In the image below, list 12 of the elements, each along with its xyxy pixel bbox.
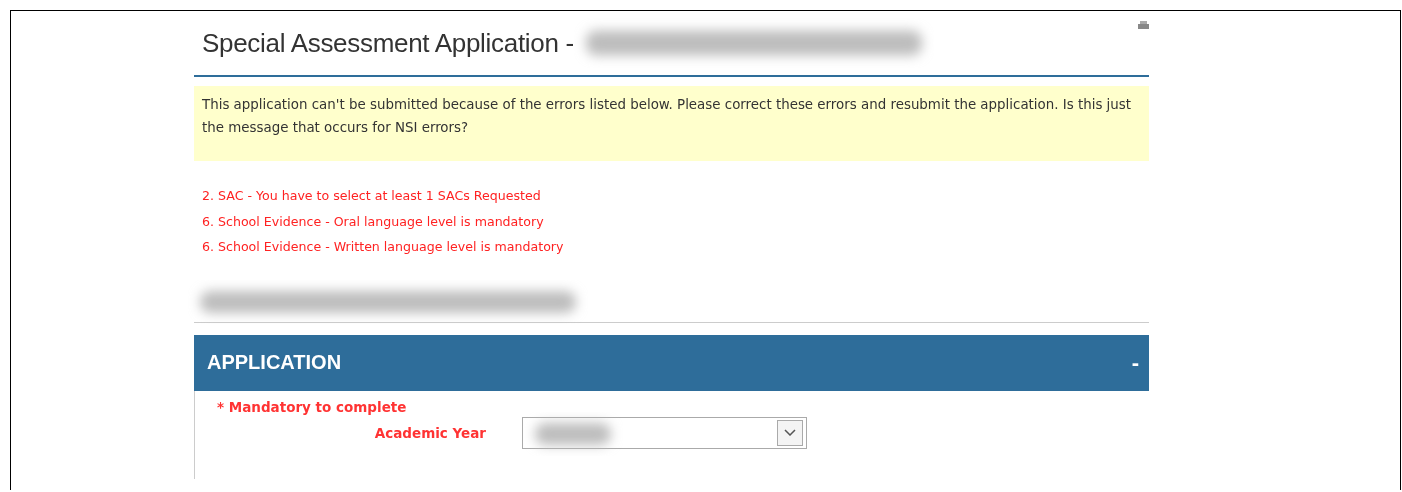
mandatory-note: * Mandatory to complete	[217, 398, 408, 415]
error-message: 2. SAC - You have to select at least 1 SACs Requested	[202, 187, 542, 205]
field-label: Academic Year	[373, 424, 487, 441]
error-message: 6. School Evidence - Written language level is mandatory	[202, 238, 565, 256]
printer-icon[interactable]	[1138, 21, 1149, 30]
collapse-button[interactable]: -	[1131, 349, 1139, 376]
error-notice: This application can't be submitted because of the errors listed below. Please correct these errors and resubmit the application. Is this just the message that occurs for NSI errors?	[194, 86, 1149, 161]
error-message: 6. School Evidence - Oral language level is mandatory	[202, 212, 545, 231]
page-title: Special Assessment Application -	[202, 27, 574, 59]
caret-icon	[784, 429, 796, 436]
year-dropdown[interactable]	[522, 416, 807, 449]
section-title: APPLICATION	[207, 351, 342, 374]
